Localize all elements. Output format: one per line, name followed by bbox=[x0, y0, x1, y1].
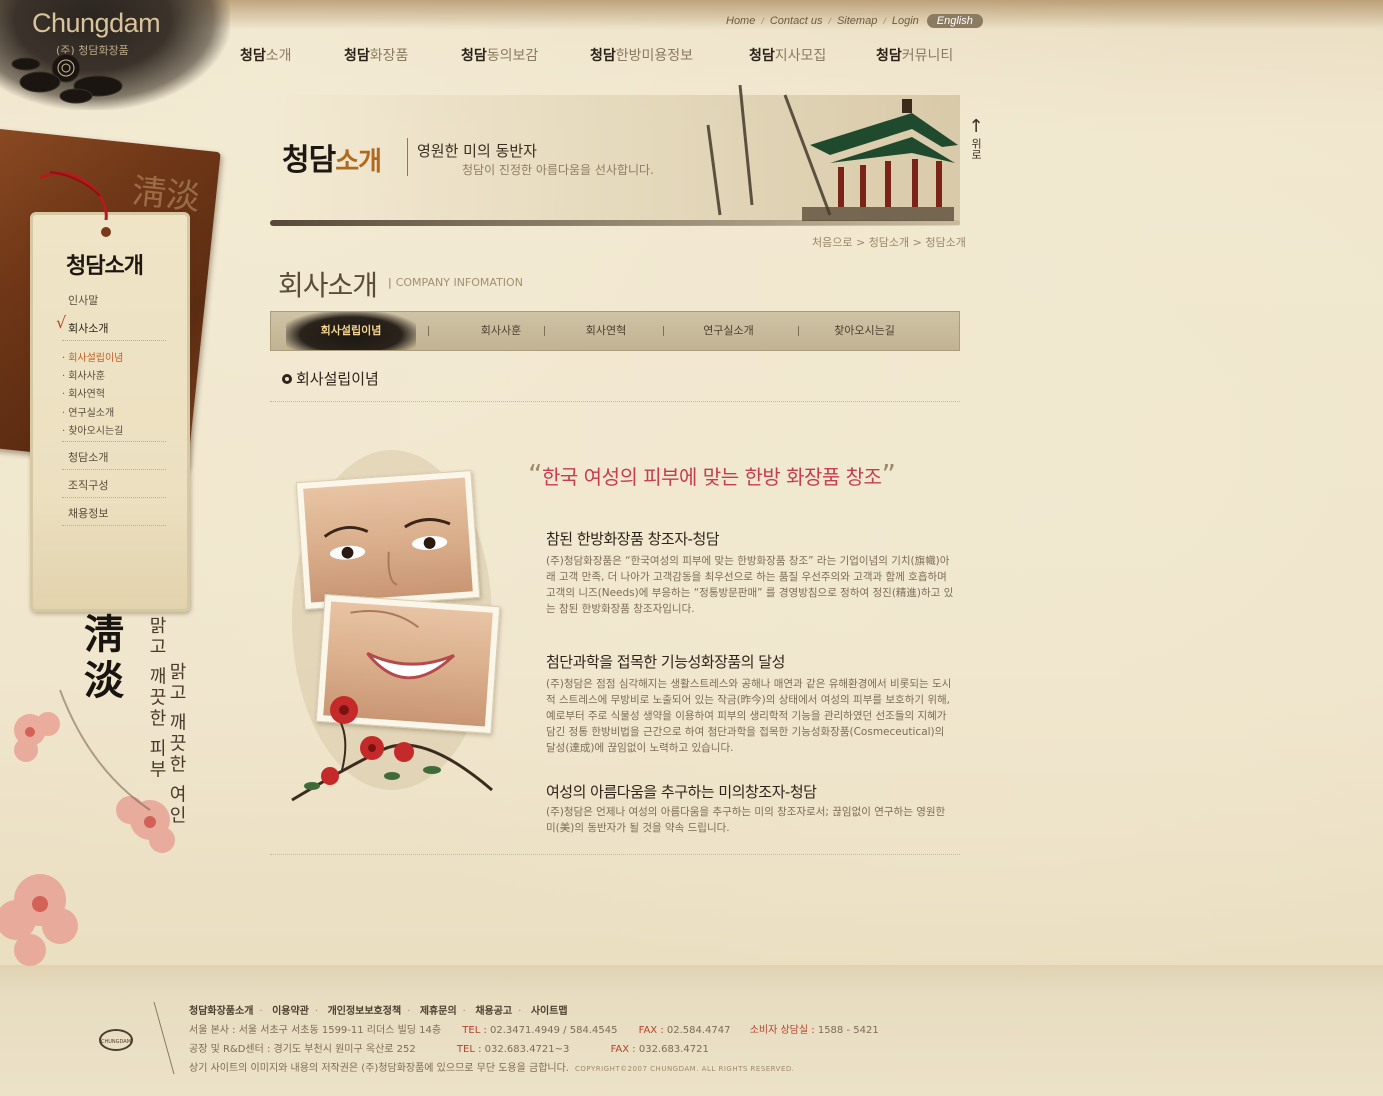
sidebar-heading: 청담소개 bbox=[66, 254, 144, 279]
photo-frame-top bbox=[295, 470, 481, 610]
sidebar-item-intro[interactable]: 청담소개 bbox=[68, 449, 108, 465]
book-hanja: 淸淡 bbox=[130, 171, 202, 219]
footer-rnd-row: 공장 및 R&D센터 : 경기도 부천시 원미구 옥산로 252 TEL : 0… bbox=[189, 1044, 709, 1055]
util-link-home[interactable]: Home bbox=[726, 15, 755, 27]
philosophy-quote: “한국 여성의 피부에 맞는 한방 화장품 창조” bbox=[528, 458, 896, 491]
bullet-icon bbox=[282, 373, 292, 384]
sidebar-item-recruit[interactable]: 채용정보 bbox=[68, 505, 108, 521]
separator: / bbox=[761, 16, 764, 26]
tab-directions[interactable]: 찾아오시는길 bbox=[801, 312, 928, 350]
model-eyes-photo bbox=[303, 477, 473, 603]
hero-title: 청담소개 bbox=[282, 143, 382, 178]
close-quote-icon: ” bbox=[881, 458, 896, 491]
nav-item-community[interactable]: 청담커뮤니티 bbox=[876, 45, 953, 65]
check-icon: √ bbox=[56, 313, 67, 332]
footer-link-about[interactable]: 청담화장품소개 bbox=[189, 1006, 253, 1017]
nav-item-cosmetics[interactable]: 청담화장품 bbox=[344, 45, 408, 65]
tab-history[interactable]: 회사연혁 bbox=[546, 312, 666, 350]
open-quote-icon: “ bbox=[528, 458, 543, 491]
rose-branch-icon bbox=[291, 696, 493, 802]
util-link-sitemap[interactable]: Sitemap bbox=[837, 15, 877, 27]
divider bbox=[62, 497, 166, 498]
to-top-button[interactable]: ↑ 위로 bbox=[966, 116, 986, 161]
tab-company-motto[interactable]: 회사사훈 bbox=[441, 312, 561, 350]
footer-links: 청담화장품소개 · 이용약관 · 개인정보보호정책 · 제휴문의 · 채용공고 · 사이트… bbox=[189, 1006, 568, 1017]
separator: / bbox=[883, 16, 886, 26]
logo[interactable]: Chungdam bbox=[32, 8, 161, 39]
hero-divider bbox=[407, 138, 408, 176]
tab-founding-philosophy[interactable]: 회사설립이념 bbox=[286, 312, 416, 350]
util-link-contact[interactable]: Contact us bbox=[770, 15, 823, 27]
sidebar-sub-lab[interactable]: · 연구실소개 bbox=[62, 404, 114, 419]
nav-item-intro[interactable]: 청담소개 bbox=[240, 45, 292, 65]
to-top-label: 위로 bbox=[969, 138, 983, 160]
nav-item-beauty-info[interactable]: 청담한방미용정보 bbox=[590, 45, 693, 65]
sidebar-item-greeting[interactable]: 인사말 bbox=[68, 292, 98, 308]
block-title-2: 첨단과학을 접목한 기능성화장품의 달성 bbox=[546, 653, 785, 671]
util-link-login[interactable]: Login bbox=[892, 15, 919, 27]
tab-separator bbox=[663, 326, 664, 336]
nav-item-donguibogam[interactable]: 청담동의보감 bbox=[461, 45, 538, 65]
block-body-1: (주)청담화장품은 “한국여성의 피부에 맞는 한방화장품 창조” 라는 기업이… bbox=[546, 555, 954, 615]
section-subtitle: 회사설립이념 bbox=[282, 368, 379, 389]
footer-link-sitemap[interactable]: 사이트맵 bbox=[531, 1006, 568, 1017]
footer-divider bbox=[153, 1002, 175, 1074]
sidebar-item-company[interactable]: 회사소개 bbox=[68, 320, 108, 336]
footer-link-terms[interactable]: 이용약관 bbox=[272, 1006, 309, 1017]
separator: / bbox=[828, 16, 831, 26]
language-button[interactable]: English bbox=[926, 14, 983, 28]
face-eyes-icon bbox=[323, 518, 451, 586]
model-photo-collage bbox=[282, 440, 502, 820]
arrow-up-icon: ↑ bbox=[968, 116, 984, 137]
footer-hq-row: 서울 본사 : 서울 서초구 서초동 1599-11 리더스 빌딩 14층 TE… bbox=[189, 1025, 879, 1036]
main-nav: 청담소개 청담화장품 청담동의보감 청담한방미용정보 청담지사모집 청담커뮤니티 bbox=[0, 45, 1383, 67]
divider bbox=[270, 854, 960, 855]
tab-lab[interactable]: 연구실소개 bbox=[666, 312, 791, 350]
block-body-2: (주)청담은 점점 심각해지는 생활스트레스와 공해나 매연과 같은 유해환경에… bbox=[546, 678, 952, 754]
hero-tagline: 영원한 미의 동반자 bbox=[417, 142, 537, 160]
hero-subtext: 청담이 진정한 아름다움을 선사합니다. bbox=[462, 163, 654, 177]
page-title: 회사소개 bbox=[278, 269, 378, 302]
divider bbox=[62, 525, 166, 526]
sidebar-sub-motto[interactable]: · 회사사훈 bbox=[62, 367, 105, 382]
tab-separator bbox=[428, 326, 429, 336]
breadcrumb: 처음으로 > 청담소개 > 청담소개 bbox=[812, 236, 966, 249]
pavilion-icon bbox=[706, 85, 958, 221]
tab-separator bbox=[544, 326, 545, 336]
sidebar-sub-history[interactable]: · 회사연혁 bbox=[62, 385, 105, 400]
sidebar-sub-founding[interactable]: · 회사설립이념 bbox=[62, 349, 123, 364]
block-body-3: (주)청담은 언제나 여성의 아름다움을 추구하는 미의 창조자로서; 끊임없이… bbox=[546, 806, 946, 834]
divider bbox=[270, 401, 960, 402]
footer-link-partnership[interactable]: 제휴문의 bbox=[420, 1006, 457, 1017]
calligraphy: 淸淡 bbox=[84, 611, 124, 704]
divider bbox=[62, 340, 166, 341]
vertical-slogan-right: 맑고 깨끗한 여인 bbox=[166, 662, 187, 827]
divider bbox=[62, 469, 166, 470]
block-title-1: 참된 한방화장품 창조자-청담 bbox=[546, 530, 720, 548]
nav-item-branch[interactable]: 청담지사모집 bbox=[749, 45, 826, 65]
tab-separator bbox=[798, 326, 799, 336]
page-subtitle: | COMPANY INFOMATION bbox=[388, 276, 523, 289]
footer-copyright: 상기 사이트의 이미지와 내용의 저작권은 (주)청담화장품에 있으므로 무단 … bbox=[189, 1063, 795, 1074]
hero-brush-line bbox=[270, 220, 960, 226]
tab-bar: 회사설립이념 회사사훈 회사연혁 연구실소개 찾아오시는길 bbox=[270, 311, 960, 351]
footer-logo-icon: CHUNGDAM bbox=[99, 1029, 133, 1051]
divider bbox=[62, 441, 166, 442]
footer-link-careers[interactable]: 채용공고 bbox=[475, 1006, 512, 1017]
footer-logo-text: CHUNGDAM bbox=[101, 1039, 131, 1045]
sidebar-item-organization[interactable]: 조직구성 bbox=[68, 477, 108, 493]
footer-link-privacy[interactable]: 개인정보보호정책 bbox=[328, 1006, 402, 1017]
utility-nav: Home / Contact us / Sitemap / Login Engl… bbox=[726, 13, 983, 29]
sidebar-sub-directions[interactable]: · 찾아오시는길 bbox=[62, 422, 123, 437]
ribbon-icon bbox=[40, 171, 111, 237]
block-title-3: 여성의 아름다움을 추구하는 미의창조자-청담 bbox=[546, 783, 817, 801]
